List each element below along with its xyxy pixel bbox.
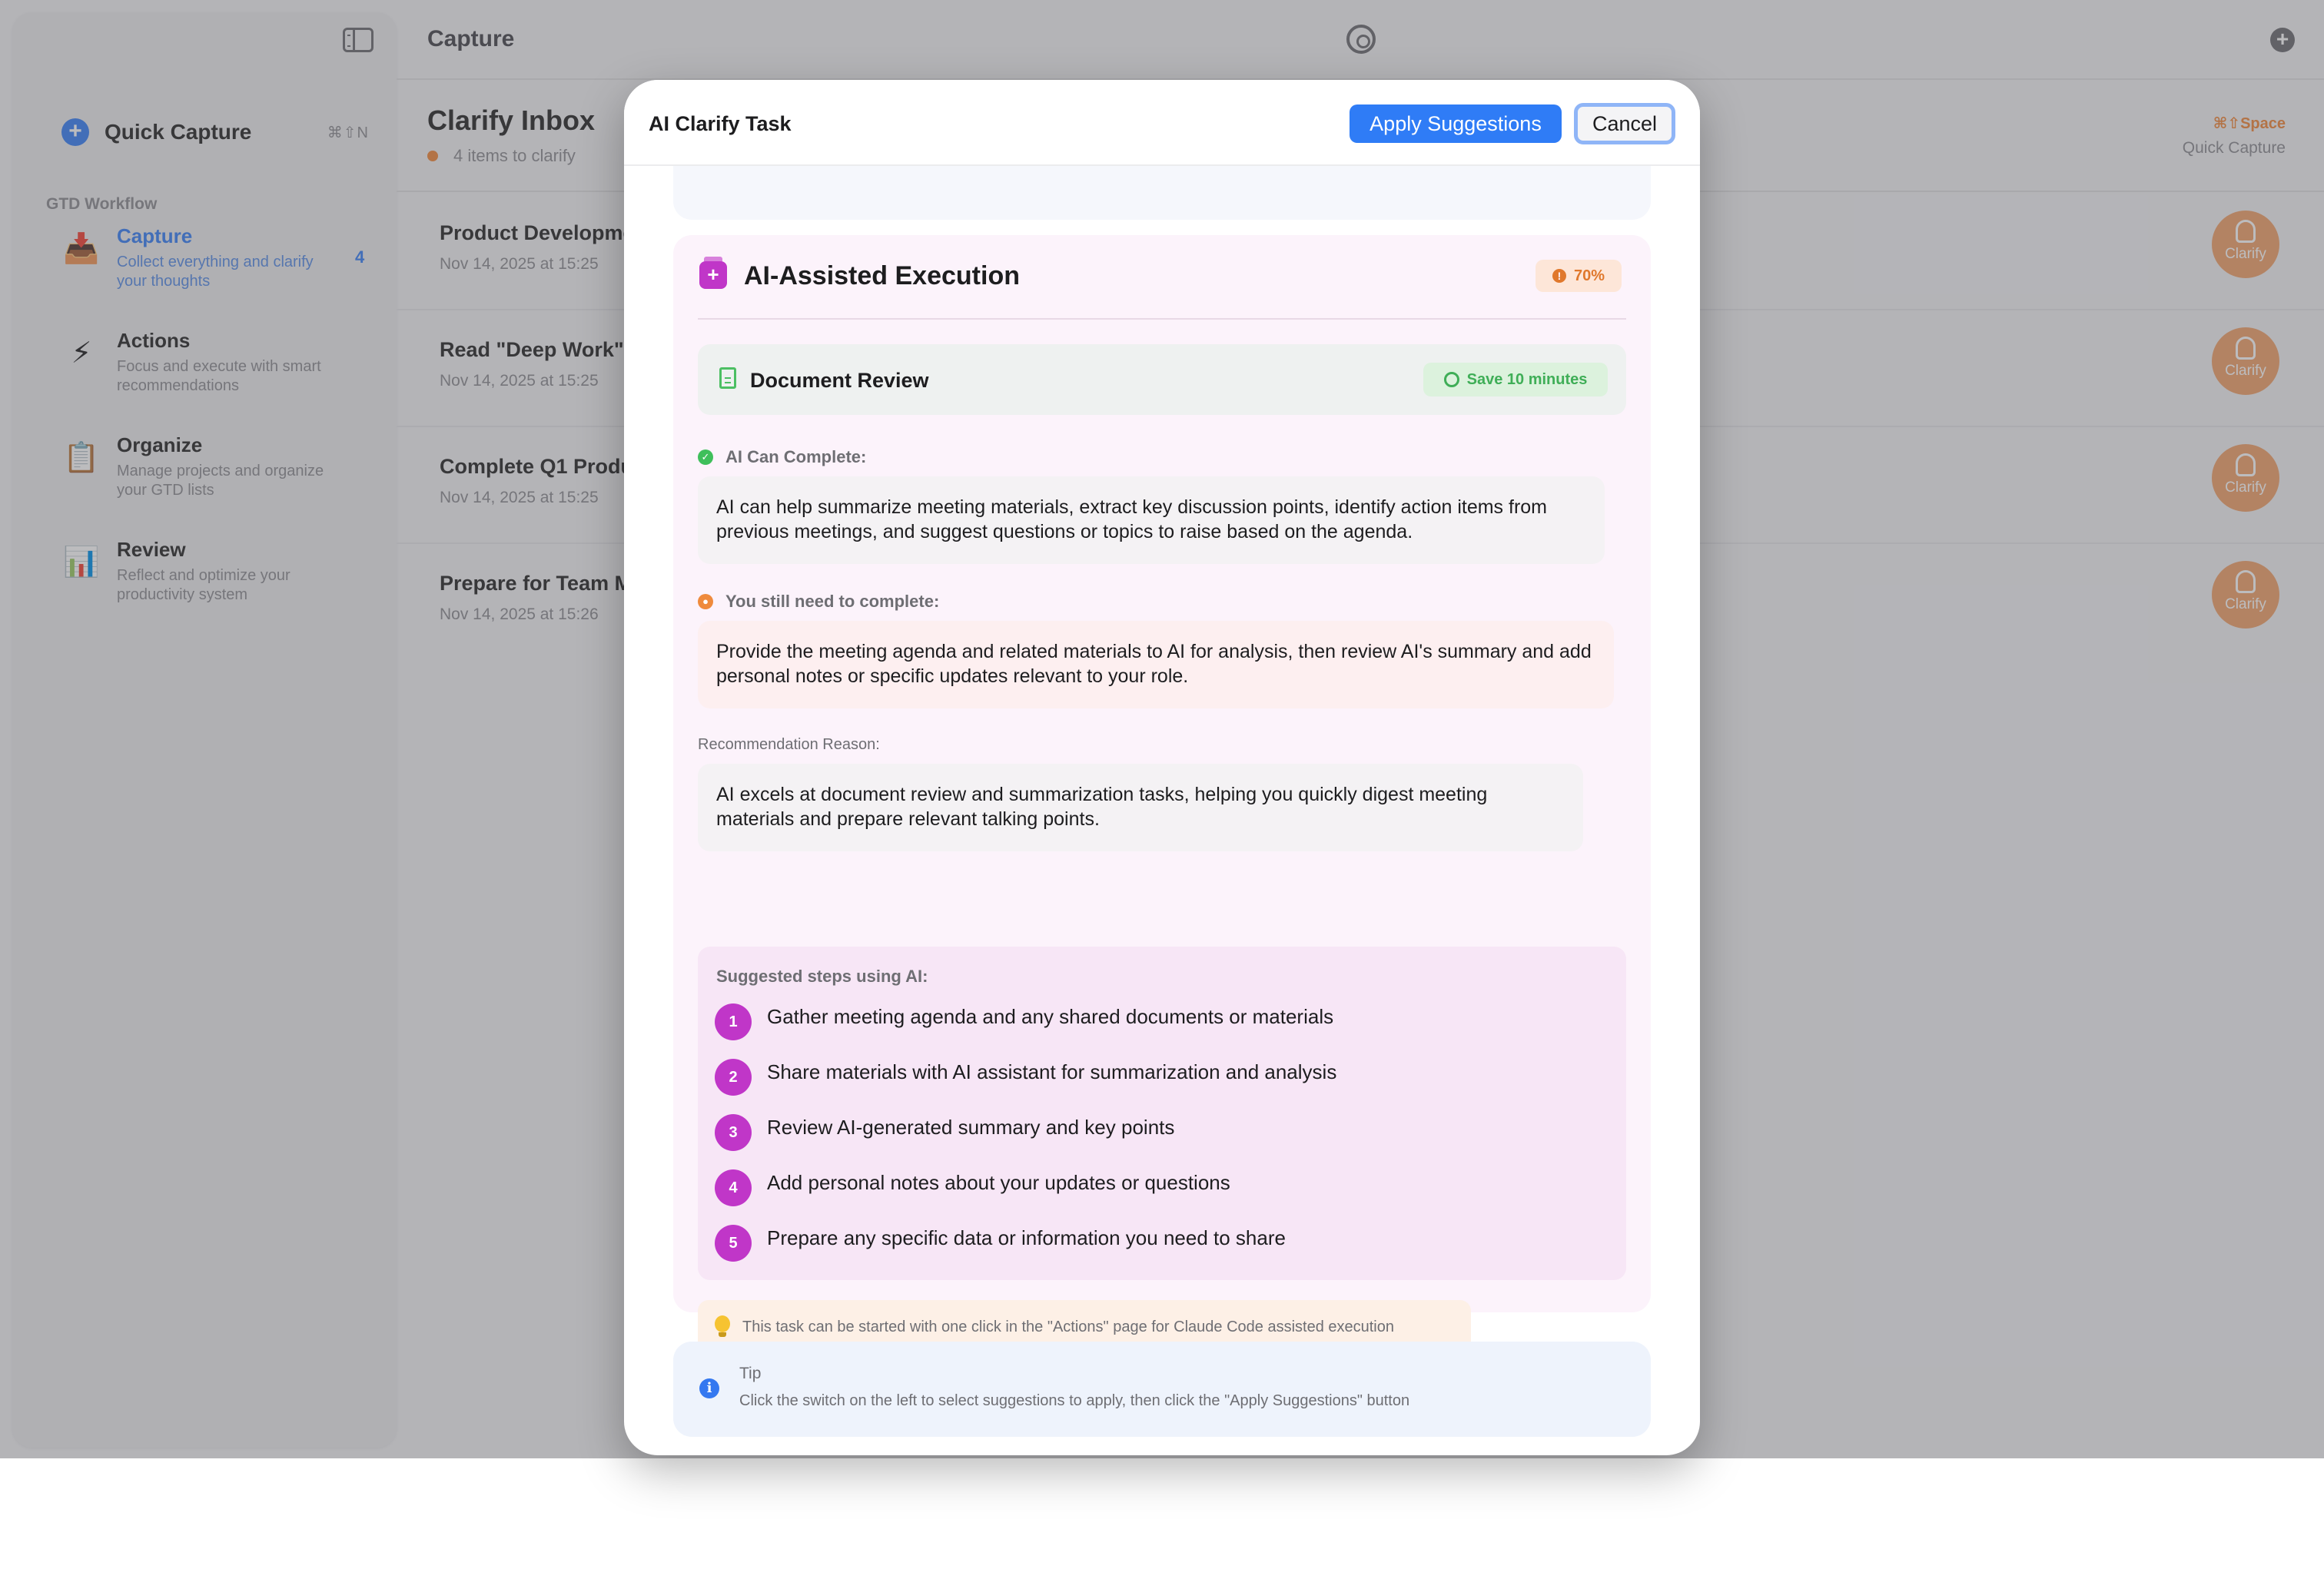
ai-can-complete-label: AI Can Complete:	[725, 447, 867, 466]
dialog-header: AI Clarify Task Apply Suggestions Cancel	[624, 80, 1700, 166]
you-need-text: Provide the meeting agenda and related m…	[698, 621, 1614, 708]
step-number: 1	[715, 1003, 752, 1040]
cancel-button[interactable]: Cancel	[1574, 103, 1675, 144]
step-number: 4	[715, 1169, 752, 1206]
task-type-bar: Document Review Save 10 minutes	[698, 344, 1626, 415]
time-saved-text: Save 10 minutes	[1466, 370, 1588, 388]
tip-title: Tip	[739, 1365, 762, 1382]
task-type-label: Document Review	[750, 369, 929, 392]
step-number: 2	[715, 1059, 752, 1096]
tip-text: Click the switch on the left to select s…	[739, 1392, 1410, 1409]
ai-toolbox-icon	[699, 257, 727, 289]
divider	[698, 318, 1626, 320]
dialog-title: AI Clarify Task	[649, 112, 792, 135]
confidence-badge: ! 70%	[1536, 260, 1622, 292]
recommendation-reason-text: AI excels at document review and summari…	[698, 764, 1583, 851]
dialog-scroll-content[interactable]: AI-Assisted Execution ! 70% Document Rev…	[624, 135, 1700, 1455]
step-text: Add personal notes about your updates or…	[767, 1170, 1230, 1194]
step-text: Gather meeting agenda and any shared doc…	[767, 1004, 1334, 1028]
ai-assisted-execution-card: AI-Assisted Execution ! 70% Document Rev…	[673, 235, 1651, 1355]
person-icon: ●	[698, 594, 713, 609]
steps-heading: Suggested steps using AI:	[716, 967, 928, 986]
exclamation-icon: !	[1552, 269, 1566, 283]
clock-icon	[1443, 372, 1459, 387]
section-title: AI-Assisted Execution	[744, 261, 1020, 290]
step-item: 5 Prepare any specific data or informati…	[715, 1225, 1286, 1262]
step-item: 1 Gather meeting agenda and any shared d…	[715, 1003, 1333, 1040]
you-need-label: You still need to complete:	[725, 592, 940, 611]
step-item: 3 Review AI-generated summary and key po…	[715, 1114, 1174, 1151]
document-icon	[719, 367, 736, 389]
lightbulb-icon	[715, 1315, 730, 1338]
time-saved-badge: Save 10 minutes	[1423, 363, 1608, 396]
info-icon: i	[699, 1378, 719, 1398]
step-text: Review AI-generated summary and key poin…	[767, 1115, 1175, 1139]
recommendation-reason-label: Recommendation Reason:	[698, 736, 880, 753]
step-item: 4 Add personal notes about your updates …	[715, 1169, 1230, 1206]
step-number: 3	[715, 1114, 752, 1151]
step-item: 2 Share materials with AI assistant for …	[715, 1059, 1336, 1096]
ai-can-complete-text: AI can help summarize meeting materials,…	[698, 476, 1605, 564]
you-need-heading: ● You still need to complete:	[698, 592, 939, 612]
step-text: Share materials with AI assistant for su…	[767, 1060, 1337, 1083]
step-number: 5	[715, 1225, 752, 1262]
ai-clarify-dialog: AI Clarify Task Apply Suggestions Cancel…	[624, 80, 1700, 1455]
note-text: This task can be started with one click …	[742, 1319, 1394, 1335]
suggested-steps-box: Suggested steps using AI: 1 Gather meeti…	[698, 947, 1626, 1280]
check-circle-icon: ✓	[698, 449, 713, 465]
tip-card: i Tip Click the switch on the left to se…	[673, 1342, 1651, 1437]
step-text: Prepare any specific data or information…	[767, 1226, 1286, 1249]
ai-can-complete-heading: ✓ AI Can Complete:	[698, 447, 866, 467]
confidence-value: 70%	[1573, 267, 1605, 284]
apply-suggestions-button[interactable]: Apply Suggestions	[1350, 104, 1562, 143]
